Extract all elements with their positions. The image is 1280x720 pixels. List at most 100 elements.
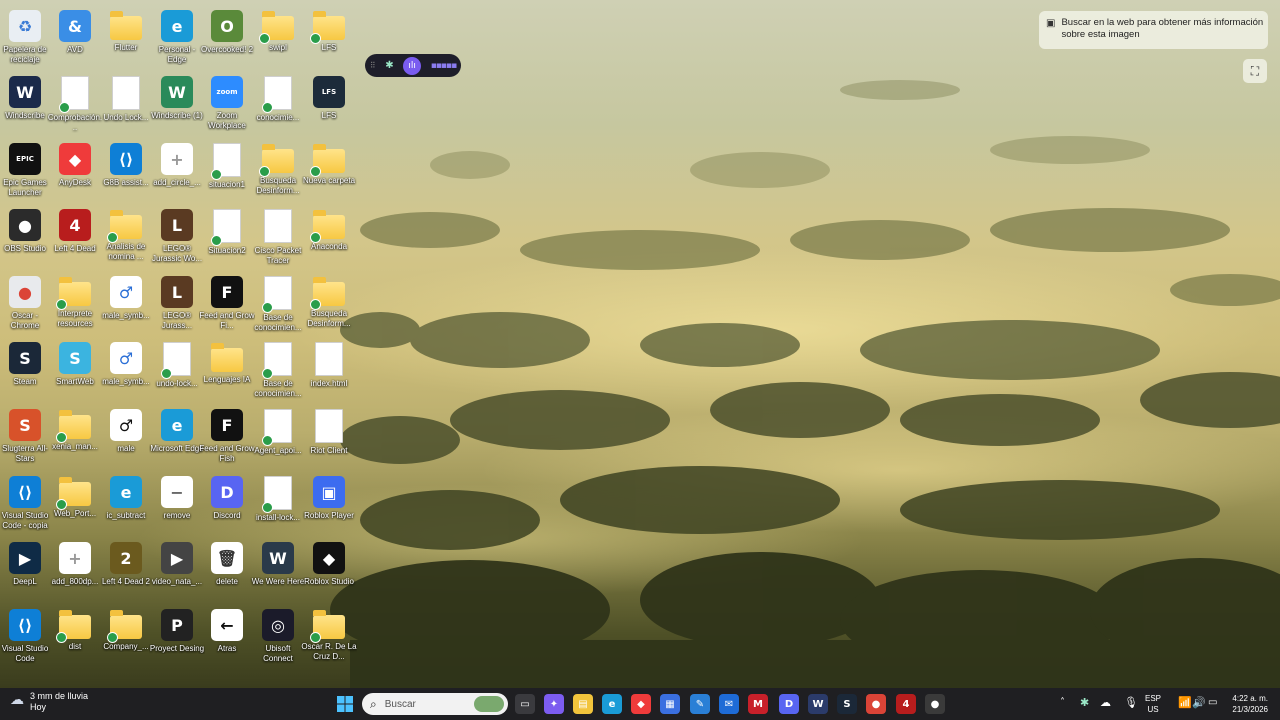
desktop-icon[interactable]: swipl	[252, 6, 304, 72]
taskbar-app-obs[interactable]: ●	[925, 694, 945, 714]
desktop-icon[interactable]: W We Were Here	[252, 538, 304, 604]
taskbar-app-discord[interactable]: D	[779, 694, 799, 714]
search-input[interactable]: Buscar	[385, 699, 416, 710]
taskbar-app-mcafee[interactable]: M	[748, 694, 768, 714]
desktop-icon[interactable]: LFS	[303, 6, 355, 72]
desktop-icon[interactable]: conocimie...	[252, 72, 304, 138]
desktop-icon[interactable]: ▣ Roblox Player	[303, 472, 355, 538]
desktop-icon[interactable]: ⟨⟩ G8B assist...	[100, 139, 152, 205]
desktop-icon[interactable]: EPIC Epic Games Launcher	[0, 139, 51, 205]
desktop-icon[interactable]: situacion1	[201, 139, 253, 205]
desktop-icon[interactable]: S SmartWeb	[49, 338, 101, 404]
desktop-icon[interactable]: S Steam	[0, 338, 51, 404]
battery-icon[interactable]: ▭	[1208, 697, 1217, 708]
desktop-icon[interactable]: ♂ male_symb...	[100, 272, 152, 338]
desktop-icon[interactable]: Undo Lock...	[100, 72, 152, 138]
desktop-icon[interactable]: 2 Left 4 Dead 2	[100, 538, 152, 604]
desktop-icon[interactable]: 4 Left 4 Dead	[49, 205, 101, 271]
desktop-icon[interactable]: L LEGO® Jurassic Wo...	[151, 205, 203, 271]
desktop-icon[interactable]: ● OBS Studio	[0, 205, 51, 271]
desktop-icon[interactable]: W Windscribe (1)	[151, 72, 203, 138]
desktop-icon[interactable]: F Feed and Grow Fi...	[199, 272, 255, 338]
desktop-icon[interactable]: ♂ male_symb...	[100, 338, 152, 404]
taskbar-app-file-explorer[interactable]: ▤	[573, 694, 593, 714]
desktop-icon[interactable]: Analisis de nomina ...	[100, 205, 152, 271]
desktop-icon[interactable]: Web_Port...	[49, 472, 101, 538]
desktop-icon[interactable]: F Feed and Grow Fish	[199, 405, 255, 471]
desktop-icon[interactable]: Agent_apoi...	[252, 405, 304, 471]
desktop-icon[interactable]: e Personal - Edge	[151, 6, 203, 72]
desktop-icon[interactable]: Oscar R. De La Cruz D...	[301, 605, 357, 671]
desktop-icon[interactable]: install-lock...	[252, 472, 304, 538]
desktop-icon[interactable]: P Proyect Desing	[150, 605, 204, 671]
app-switch-icon[interactable]: ✱	[385, 60, 393, 71]
desktop-icon[interactable]: O Overcooked! 2	[201, 6, 253, 72]
taskbar-app-chrome[interactable]: ●	[866, 694, 886, 714]
desktop-icon[interactable]: ▶ DeepL	[0, 538, 51, 604]
taskbar-app-store[interactable]: ▦	[660, 694, 680, 714]
desktop-icon[interactable]: ♻ Papelera de reciclaje	[0, 6, 51, 72]
desktop-icon[interactable]: Anaconda	[303, 205, 355, 271]
desktop-icon[interactable]: Lenguajes IA	[201, 338, 253, 404]
taskbar-search[interactable]: ⌕ Buscar	[362, 693, 508, 715]
desktop-icon[interactable]: Interprete resources	[49, 272, 101, 338]
desktop-icon[interactable]: ♂ male	[100, 405, 152, 471]
desktop-icon[interactable]: ▶ video_nata_...	[151, 538, 203, 604]
desktop-icon[interactable]: zoom Zoom Workplace	[201, 72, 253, 138]
desktop-icon[interactable]: Busqueda Desinform...	[303, 272, 355, 338]
desktop-icon[interactable]: Nueva carpeta	[303, 139, 355, 205]
desktop-icon[interactable]: W Windscribe	[0, 72, 51, 138]
taskbar-clock[interactable]: 4:22 a. m. 21/3/2026	[1232, 693, 1268, 715]
desktop-icon[interactable]: e Microsoft Edge	[150, 405, 204, 471]
desktop-icon[interactable]: ◆ AnyDesk	[49, 139, 101, 205]
desktop-icon[interactable]: Busqueda Desinform...	[252, 139, 304, 205]
start-button[interactable]	[336, 695, 354, 713]
desktop-icon[interactable]: ◎ Ubisoft Connect	[252, 605, 304, 671]
desktop-icon[interactable]: ◆ Roblox Studio	[303, 538, 355, 604]
desktop-icon[interactable]: Situacion2	[201, 205, 253, 271]
taskbar-app-edge[interactable]: e	[602, 694, 622, 714]
desktop-icon[interactable]: index.html	[303, 338, 355, 404]
chevron-up-icon[interactable]: ˄	[1060, 697, 1065, 708]
taskbar-app-vscode[interactable]: ✎	[690, 694, 710, 714]
desktop-icon[interactable]: D Discord	[201, 472, 253, 538]
desktop-icon[interactable]: undo-lock...	[151, 338, 203, 404]
volume-icon[interactable]: 🔊	[1192, 696, 1206, 709]
desktop-icon[interactable]: ⟨⟩ Visual Studio Code	[0, 605, 51, 671]
wifi-icon[interactable]: 📶	[1178, 696, 1192, 709]
language-indicator[interactable]: ESP US	[1145, 693, 1161, 715]
taskbar-app-task-view[interactable]: ▭	[515, 694, 535, 714]
screenshot-search-button[interactable]: ⛶	[1243, 59, 1267, 83]
desktop-icon[interactable]: 🗑 delete	[201, 538, 253, 604]
desktop-icon[interactable]: Base de conocimien...	[252, 272, 304, 338]
weather-widget[interactable]: ☁ 3 mm de lluvia Hoy	[10, 691, 88, 713]
taskbar-app-mail[interactable]: ✉	[719, 694, 739, 714]
desktop-icon[interactable]: Comprobación...	[48, 72, 102, 138]
desktop-icon[interactable]: + add_circle_...	[151, 139, 203, 205]
desktop-icon[interactable]: S Slugterra All-Stars	[0, 405, 51, 471]
drag-handle-icon[interactable]: ⠿	[370, 61, 376, 70]
desktop-icon[interactable]: Base de conocimien...	[252, 338, 304, 404]
desktop-icon[interactable]: e ic_subtract	[100, 472, 152, 538]
visual-search-tooltip[interactable]: ▣ Buscar en la web para obtener más info…	[1039, 11, 1268, 49]
onedrive-icon[interactable]: ☁	[1100, 696, 1111, 709]
desktop-icon[interactable]: Company_...	[100, 605, 152, 671]
taskbar-app-left4dead[interactable]: 4	[896, 694, 916, 714]
taskbar-app-anydesk[interactable]: ◆	[631, 694, 651, 714]
desktop-icon[interactable]: dist	[49, 605, 101, 671]
desktop-icon[interactable]: ← Atras	[201, 605, 253, 671]
desktop-icon[interactable]: − remove	[151, 472, 203, 538]
desktop-icon[interactable]: xenia_man...	[49, 405, 101, 471]
desktop-icon[interactable]: ⟨⟩ Visual Studio Code - copia	[0, 472, 51, 538]
floating-media-toolbar[interactable]: ⠿ ✱ ılı ▪▪▪▪▪	[365, 54, 461, 77]
tray-app-icon[interactable]: ✱	[1080, 696, 1089, 709]
desktop-icon[interactable]: & AVD	[49, 6, 101, 72]
desktop-icon[interactable]: L LEGO® Jurass...	[151, 272, 203, 338]
taskbar-app-steam[interactable]: S	[837, 694, 857, 714]
voice-icon[interactable]: ılı	[403, 56, 422, 75]
desktop-icon[interactable]: Cisco Packet Tracer	[252, 205, 304, 271]
desktop-icon[interactable]: ● Oscar - Chrome	[0, 272, 51, 338]
desktop-icon[interactable]: + add_800dp...	[49, 538, 101, 604]
desktop-icon[interactable]: Riot Client	[303, 405, 355, 471]
desktop-icon[interactable]: LFS LFS	[303, 72, 355, 138]
